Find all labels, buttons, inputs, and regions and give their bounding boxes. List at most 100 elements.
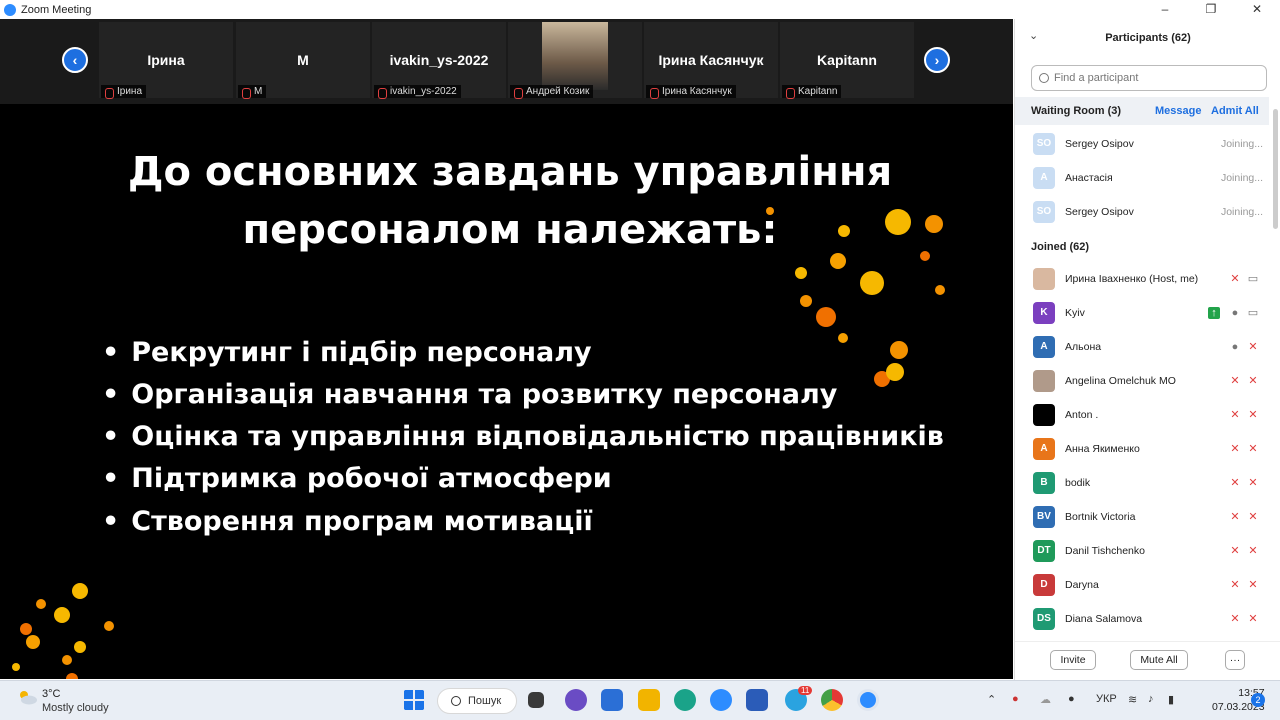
tile-label: Ірина	[101, 85, 147, 99]
mic-muted-icon[interactable]: ✕	[1229, 375, 1241, 387]
more-options-button[interactable]: ···	[1225, 650, 1245, 670]
telegram-badge: 11	[798, 686, 813, 695]
participant-name: bodik	[1065, 477, 1091, 489]
wifi-icon[interactable]: ≋	[1128, 693, 1137, 706]
mic-muted-icon[interactable]: ✕	[1229, 511, 1241, 523]
mic-muted-icon[interactable]: ✕	[1229, 273, 1241, 285]
invite-button[interactable]: Invite	[1050, 650, 1096, 670]
camera-off-icon[interactable]: ✕	[1247, 511, 1259, 523]
mic-icon[interactable]: ●	[1229, 341, 1241, 353]
waiting-room-label[interactable]: Waiting Room (3)	[1031, 105, 1121, 117]
prev-page-button[interactable]: ‹	[62, 47, 88, 73]
video-tile[interactable]: Kapitann Kapitann	[780, 22, 914, 99]
close-button[interactable]: ✕	[1234, 0, 1280, 19]
participant-row[interactable]: A Альона ● ✕	[1015, 331, 1269, 365]
joining-status: Joining...	[1220, 206, 1263, 218]
panel-scrollbar[interactable]	[1273, 109, 1278, 229]
admit-all-button[interactable]: Admit All	[1211, 105, 1259, 117]
notification-badge[interactable]: 2	[1251, 693, 1265, 707]
participant-row[interactable]: B bodik ✕ ✕	[1015, 467, 1269, 501]
maximize-button[interactable]: ❐	[1188, 0, 1234, 19]
participant-row[interactable]: Ирина Іваxненко (Host, me) ✕ ▭	[1015, 263, 1269, 297]
mail-icon[interactable]	[601, 689, 623, 711]
camera-icon[interactable]: ▭	[1247, 273, 1259, 285]
camera-icon[interactable]: ▭	[1247, 307, 1259, 319]
participant-search-input[interactable]: Find a participant	[1031, 65, 1267, 91]
video-tile[interactable]: M M	[236, 22, 370, 99]
participant-row[interactable]: A Анна Якименко ✕ ✕	[1015, 433, 1269, 467]
taskbar-search[interactable]: Пошук	[437, 688, 517, 714]
participant-row[interactable]: D Daryna ✕ ✕	[1015, 569, 1269, 603]
windows-start-icon[interactable]	[403, 689, 425, 711]
mic-muted-icon[interactable]: ✕	[1229, 545, 1241, 557]
participant-row[interactable]: DS Diana Salamova ✕ ✕	[1015, 603, 1269, 637]
camera-off-icon[interactable]: ✕	[1247, 579, 1259, 591]
avatar: A	[1033, 336, 1055, 358]
participant-row[interactable]: K Kyiv ↑ ● ▭	[1015, 297, 1269, 331]
participant-row[interactable]: Angelina Omelchuk MO ✕ ✕	[1015, 365, 1269, 399]
participant-name: Danil Tishchenko	[1065, 545, 1145, 557]
zoom-logo-icon	[4, 3, 16, 16]
tray-mic-icon[interactable]: ●	[1068, 693, 1075, 705]
joined-label[interactable]: Joined (62)	[1031, 241, 1089, 253]
input-language[interactable]: УКР	[1096, 693, 1117, 705]
participant-name: Sergey Osipov	[1065, 206, 1134, 218]
mic-muted-icon[interactable]: ✕	[1229, 443, 1241, 455]
camera-off-icon[interactable]: ✕	[1247, 375, 1259, 387]
mic-muted-icon[interactable]: ✕	[1229, 579, 1241, 591]
participant-row[interactable]: DT Danil Tishchenko ✕ ✕	[1015, 535, 1269, 569]
video-tile[interactable]: ivakin_ys-2022 ivakin_ys-2022	[372, 22, 506, 99]
panel-footer: Invite Mute All ···	[1015, 641, 1280, 675]
video-tile[interactable]: Ірина Касянчук Ірина Касянчук	[644, 22, 778, 99]
mic-icon[interactable]: ●	[1229, 307, 1241, 319]
video-tile[interactable]: Ірина Ірина	[99, 22, 233, 99]
slide-title: До основних завдань управління персонало…	[127, 149, 893, 253]
tile-label: ivakin_ys-2022	[374, 85, 461, 99]
tray-chevron-icon[interactable]: ⌃	[987, 693, 996, 706]
camera-off-icon[interactable]: ✕	[1247, 477, 1259, 489]
volume-icon[interactable]: ♪	[1148, 693, 1154, 705]
waiting-participant-row[interactable]: A Анастасія Joining...	[1015, 162, 1269, 196]
window-title: Zoom Meeting	[21, 3, 92, 16]
word-icon[interactable]	[746, 689, 768, 711]
message-button[interactable]: Message	[1155, 105, 1201, 117]
battery-icon[interactable]: ▮	[1168, 693, 1174, 706]
participant-name: Daryna	[1065, 579, 1099, 591]
mic-muted-icon[interactable]: ✕	[1229, 477, 1241, 489]
zoom-app-icon[interactable]	[710, 689, 732, 711]
participant-name: Ирина Іваxненко (Host, me)	[1065, 273, 1199, 285]
edge-browser-icon[interactable]	[674, 689, 696, 711]
avatar	[1033, 404, 1055, 426]
teams-chat-icon[interactable]	[565, 689, 587, 711]
avatar: SO	[1033, 133, 1055, 155]
camera-off-icon[interactable]: ✕	[1247, 443, 1259, 455]
participant-row[interactable]: Anton . ✕ ✕	[1015, 399, 1269, 433]
file-explorer-icon[interactable]	[638, 689, 660, 711]
mic-muted-icon[interactable]: ✕	[1229, 409, 1241, 421]
zoom-active-icon[interactable]	[857, 689, 879, 711]
weather-condition: Mostly cloudy	[42, 702, 109, 714]
waiting-participant-row[interactable]: SO Sergey Osipov Joining...	[1015, 196, 1269, 230]
avatar: BV	[1033, 506, 1055, 528]
participant-row[interactable]: BV Bortnik Victoria ✕ ✕	[1015, 501, 1269, 535]
task-view-icon[interactable]	[528, 692, 544, 708]
slide-bullet: Підтримка робочої атмосфери	[102, 463, 611, 494]
participant-name: Альона	[1065, 341, 1102, 353]
chrome-icon[interactable]	[821, 689, 843, 711]
waiting-participant-row[interactable]: SO Sergey Osipov Joining...	[1015, 128, 1269, 162]
slide-bullet: Оцінка та управління відповідальністю пр…	[102, 421, 944, 452]
minimize-button[interactable]: –	[1142, 0, 1188, 19]
tray-cloud-icon[interactable]: ☁	[1040, 693, 1051, 706]
tile-name: Kapitann	[817, 52, 877, 68]
tray-app-icon[interactable]: ●	[1012, 693, 1019, 705]
camera-off-icon[interactable]: ✕	[1247, 341, 1259, 353]
camera-off-icon[interactable]: ✕	[1247, 545, 1259, 557]
camera-off-icon[interactable]: ✕	[1247, 409, 1259, 421]
participant-name: Kyiv	[1065, 307, 1085, 319]
weather-cloud-sun-icon	[20, 691, 37, 705]
mute-all-button[interactable]: Mute All	[1130, 650, 1188, 670]
camera-off-icon[interactable]: ✕	[1247, 613, 1259, 625]
video-tile[interactable]: Андрей Козик	[508, 22, 642, 99]
next-page-button[interactable]: ›	[924, 47, 950, 73]
mic-muted-icon[interactable]: ✕	[1229, 613, 1241, 625]
